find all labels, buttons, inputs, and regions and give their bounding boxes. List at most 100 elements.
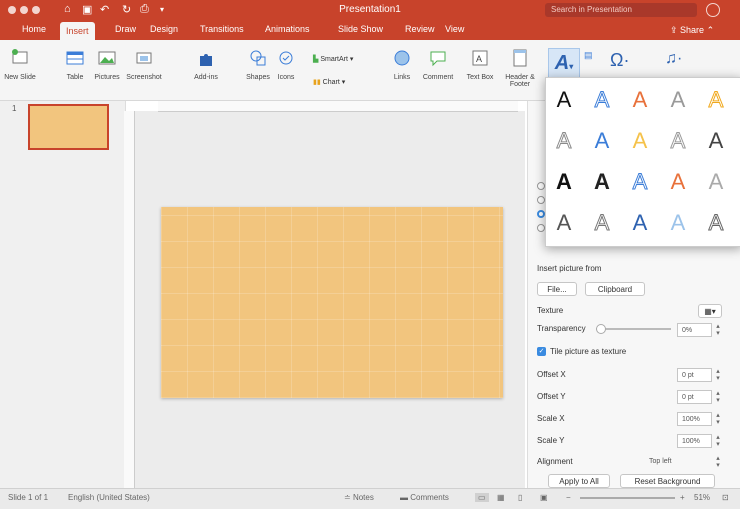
symbol-icon[interactable]: Ω· — [610, 50, 629, 71]
wordart-style-option[interactable]: A — [700, 205, 732, 241]
alignment-select[interactable]: Top left — [645, 455, 712, 469]
tab-transitions[interactable]: Transitions — [200, 24, 244, 34]
wordart-style-option[interactable]: A — [624, 164, 656, 200]
tab-design[interactable]: Design — [150, 24, 178, 34]
smartart-button[interactable]: ▙ SmartArt ▾ — [313, 55, 353, 63]
texture-icon: ▦▾ — [704, 307, 716, 316]
header-footer-button[interactable]: Header & Footer — [495, 48, 545, 88]
zoom-out-button[interactable]: − — [566, 493, 571, 502]
tab-home[interactable]: Home — [22, 24, 46, 34]
date-time-icon[interactable]: ▤ — [584, 50, 593, 61]
search-input[interactable]: Search in Presentation — [545, 3, 697, 17]
texture-picker[interactable]: ▦▾ — [698, 304, 722, 318]
wordart-button[interactable]: A▾ — [548, 48, 580, 78]
pictures-button[interactable]: Pictures — [87, 48, 127, 81]
offset-x-field[interactable]: 0 pt — [677, 368, 712, 382]
slide-sorter-icon[interactable]: ▦ — [497, 493, 505, 502]
file-button[interactable]: File... — [537, 282, 577, 296]
comments-label: Comments — [410, 493, 449, 502]
comment-button[interactable]: Comment — [418, 48, 458, 81]
notes-button[interactable]: ≐ Notes — [344, 493, 374, 502]
slide[interactable] — [161, 207, 503, 398]
wordart-style-option[interactable]: A — [548, 164, 580, 200]
transparency-stepper[interactable]: ▴ ▾ — [713, 323, 723, 337]
language-status[interactable]: English (United States) — [68, 493, 150, 502]
wordart-style-option[interactable]: A — [586, 205, 618, 241]
offset-y-stepper[interactable]: ▴ ▾ — [713, 390, 723, 404]
tile-texture-checkbox[interactable]: ✓ — [537, 347, 546, 356]
screenshot-label: Screenshot — [126, 74, 162, 81]
wordart-style-option[interactable]: A — [662, 164, 694, 200]
insert-from-label: Insert picture from — [537, 264, 602, 273]
wordart-style-option[interactable]: A — [586, 82, 618, 118]
fit-slide-icon[interactable]: ⊡ — [722, 493, 729, 502]
texture-label: Texture — [537, 306, 564, 315]
fill-option-radio[interactable] — [537, 196, 545, 204]
scale-y-stepper[interactable]: ▴ ▾ — [713, 434, 723, 448]
tab-animations[interactable]: Animations — [265, 24, 310, 34]
slideshow-view-icon[interactable]: ▣ — [540, 493, 548, 502]
wordart-style-option[interactable]: A — [624, 82, 656, 118]
wordart-style-option[interactable]: A — [700, 123, 732, 159]
screenshot-icon — [136, 52, 152, 64]
transparency-field[interactable]: 0% — [677, 323, 712, 337]
text-box-label: Text Box — [466, 74, 494, 81]
apply-to-all-button[interactable]: Apply to All — [548, 474, 610, 488]
wordart-style-option[interactable]: A — [700, 164, 732, 200]
account-icon[interactable] — [706, 3, 720, 17]
wordart-style-option[interactable]: A — [586, 123, 618, 159]
zoom-in-button[interactable]: + — [680, 493, 685, 502]
clipboard-button[interactable]: Clipboard — [585, 282, 645, 296]
picture-fill-radio[interactable] — [537, 210, 545, 218]
fill-option-radio[interactable] — [537, 224, 545, 232]
scale-x-field[interactable]: 100% — [677, 412, 712, 426]
comments-button[interactable]: ▬ Comments — [400, 493, 449, 502]
wordart-style-option[interactable]: A — [662, 205, 694, 241]
tab-draw[interactable]: Draw — [115, 24, 136, 34]
transparency-slider-handle[interactable] — [596, 324, 606, 334]
wordart-style-option[interactable]: A — [624, 205, 656, 241]
tab-slide-show[interactable]: Slide Show — [338, 24, 383, 34]
reading-view-icon[interactable]: ▯ — [518, 493, 522, 502]
wordart-style-option[interactable]: A — [700, 82, 732, 118]
wordart-style-option[interactable]: A — [548, 205, 580, 241]
wordart-style-option[interactable]: A — [662, 82, 694, 118]
screenshot-button[interactable]: Screenshot — [124, 48, 164, 81]
scale-x-stepper[interactable]: ▴ ▾ — [713, 412, 723, 426]
fill-option-radio[interactable] — [537, 182, 545, 190]
icons-button[interactable]: Icons — [266, 48, 306, 81]
wordart-style-option[interactable]: A — [624, 123, 656, 159]
chart-button[interactable]: ▮▮ Chart ▾ — [313, 78, 345, 86]
comment-icon — [430, 51, 446, 67]
chart-icon: ▮▮ — [313, 79, 323, 86]
scale-y-field[interactable]: 100% — [677, 434, 712, 448]
slide-number: 1 — [12, 104, 17, 113]
table-icon — [66, 51, 84, 65]
new-slide-button[interactable]: New Slide — [0, 48, 40, 81]
wordart-style-option[interactable]: A — [548, 123, 580, 159]
wordart-style-option[interactable]: A — [548, 82, 580, 118]
add-ins-button[interactable]: Add-ins — [186, 48, 226, 81]
text-box-button[interactable]: A Text Box — [460, 48, 500, 81]
transparency-slider[interactable] — [596, 328, 671, 330]
wordart-style-option[interactable]: A — [662, 123, 694, 159]
tab-insert[interactable]: Insert — [60, 22, 95, 40]
zoom-slider[interactable] — [580, 497, 675, 499]
share-button[interactable]: ⇪ Share ⌃ — [670, 25, 714, 36]
vertical-ruler — [124, 111, 135, 488]
alignment-chevron-icon[interactable]: ▴ ▾ — [713, 455, 723, 469]
offset-y-field[interactable]: 0 pt — [677, 390, 712, 404]
new-slide-label: New Slide — [4, 74, 36, 81]
audio-icon[interactable]: ♫· — [665, 50, 682, 68]
reset-background-button[interactable]: Reset Background — [620, 474, 715, 488]
tab-view[interactable]: View — [445, 24, 464, 34]
tab-review[interactable]: Review — [405, 24, 435, 34]
normal-view-icon[interactable]: ▭ — [475, 493, 489, 502]
offset-x-stepper[interactable]: ▴ ▾ — [713, 368, 723, 382]
wordart-style-option[interactable]: A — [586, 164, 618, 200]
links-icon — [394, 50, 410, 66]
slide-thumbnail[interactable] — [28, 104, 109, 150]
wordart-dropdown-icon: ▾ — [569, 62, 574, 71]
scale-x-label: Scale X — [537, 414, 565, 423]
links-button[interactable]: Links — [382, 48, 422, 81]
